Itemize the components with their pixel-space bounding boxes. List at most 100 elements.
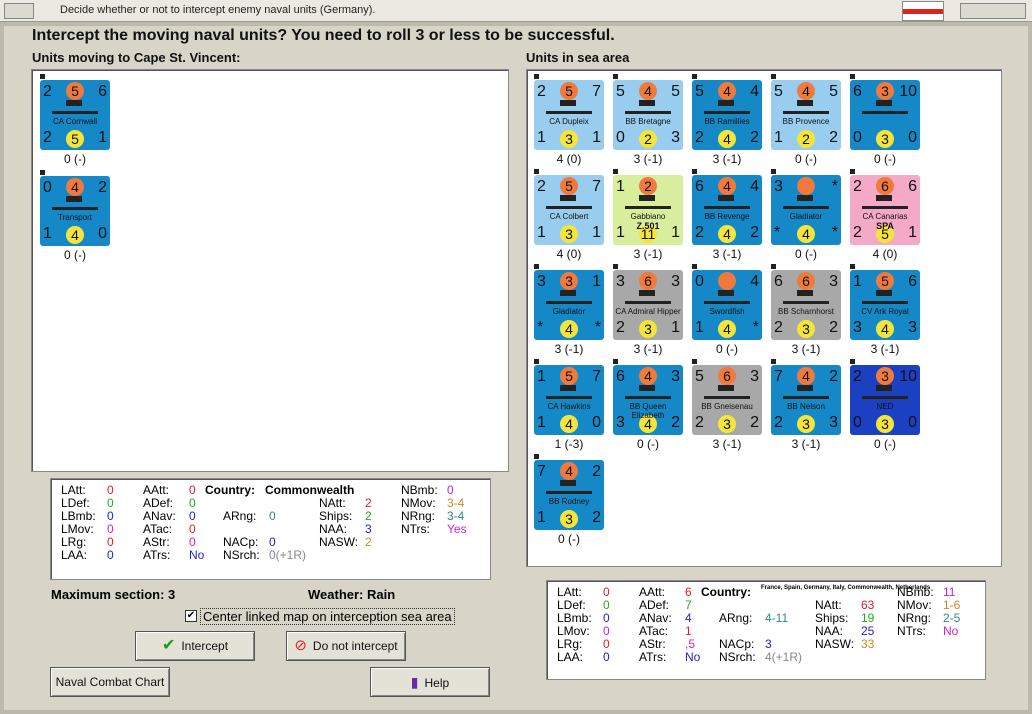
stat-value: 3 (365, 522, 372, 536)
stat-value: 2 (365, 496, 372, 510)
unit-stat: 2 (853, 178, 862, 195)
stat-label: LAtt: (557, 585, 582, 599)
help-button[interactable]: ▮ Help (370, 667, 490, 697)
stat-value: 0 (107, 509, 114, 523)
ship-icon (625, 195, 671, 209)
unit-label: 4 (0) (556, 247, 582, 261)
country-label: Country: (205, 483, 255, 497)
stat-label: ATrs: (143, 548, 171, 562)
unit-stat: 6 (774, 273, 783, 290)
unit-stat: 10 (899, 368, 917, 385)
unit-counter[interactable]: 7 2 2 3 4 3 BB Nelson (771, 365, 841, 435)
ship-icon (546, 385, 592, 399)
attack-circle: 3 (876, 82, 894, 100)
unit-counter[interactable]: 3 1 * * 3 4 Gladiator (534, 270, 604, 340)
stat-value: 0 (189, 509, 196, 523)
unit-counter[interactable]: 5 3 2 2 6 3 BB Gneisenau (692, 365, 762, 435)
unit-counter[interactable]: 5 4 2 2 4 4 BB Ramillies (692, 80, 762, 150)
unit-counter[interactable]: 0 2 1 0 4 4 Transport (40, 176, 110, 246)
unit-counter[interactable]: 1 1 1 2 11 Gabbiano Z.501 (613, 175, 683, 245)
stat-value: 0 (189, 522, 196, 536)
unit-stat: 5 (671, 83, 680, 100)
unit-stat: 2 (774, 319, 783, 336)
center-map-checkbox[interactable]: ✔ (185, 610, 197, 622)
defense-circle: 2 (639, 130, 657, 148)
stat-label: ANav: (143, 509, 176, 523)
unit-counter[interactable]: 2 6 2 1 6 5 CA Canarias SPA (850, 175, 920, 245)
center-map-label[interactable]: Center linked map on interception sea ar… (200, 608, 455, 625)
corner-marker-icon (613, 264, 618, 269)
stat-label: NTrs: (401, 522, 430, 536)
stat-value: 6 (685, 585, 692, 599)
stat-label: Ships: (319, 509, 353, 523)
stat-label: AStr: (143, 535, 170, 549)
stat-value: 7 (685, 598, 692, 612)
unit-counter[interactable]: 2 6 2 1 5 5 CA Cornwall (40, 80, 110, 150)
unit-label: 3 (-1) (633, 247, 663, 261)
right-panel-title: Units in sea area (526, 50, 630, 65)
right-stats-panel: LAtt: 0 LDef: 0 LBmb: 0 LMov: 0 LRg: 0 LAA: 0 AAtt: 6… (546, 580, 986, 680)
unit-counter[interactable]: 3 * * * 4 Gladiator (771, 175, 841, 245)
unit-counter[interactable]: 6 3 2 2 6 3 BB Scharnhorst (771, 270, 841, 340)
attack-circle: 4 (718, 177, 736, 195)
stat-label: NBmb: (401, 483, 438, 497)
ship-icon (625, 100, 671, 114)
corner-marker-icon (534, 264, 539, 269)
unit-counter[interactable]: 6 10 0 0 3 3 (850, 80, 920, 150)
unit-name: Transport (58, 213, 92, 222)
unit-counter[interactable]: 6 3 3 2 4 4 BB Queen Elizabeth (613, 365, 683, 435)
unit-stat: 1 (43, 225, 52, 242)
unit-name: Swordfish (709, 307, 745, 316)
corner-marker-icon (692, 169, 697, 174)
defense-circle: 4 (560, 415, 578, 433)
headline: Intercept the moving naval units? You ne… (32, 27, 615, 44)
stat-label: LBmb: (61, 509, 96, 523)
corner-marker-icon (850, 264, 855, 269)
stat-label: Ships: (815, 611, 849, 625)
attack-circle: 4 (639, 82, 657, 100)
unit-counter[interactable]: 2 7 1 1 5 3 CA Dupleix (534, 80, 604, 150)
unit-stat: * (594, 319, 601, 336)
unit-stat: 3 (537, 273, 546, 290)
unit-counter[interactable]: 2 10 0 0 3 3 NED (850, 365, 920, 435)
unit-stat: 0 (616, 129, 625, 146)
unit-stat: * (537, 319, 544, 336)
defense-circle: 2 (797, 130, 815, 148)
unit-counter[interactable]: 2 7 1 1 5 3 CA Colbert (534, 175, 604, 245)
window-controls[interactable] (960, 3, 1026, 19)
unit-counter[interactable]: 6 4 2 2 4 4 BB Revenge (692, 175, 762, 245)
stat-value: 11 (943, 585, 956, 599)
stat-label: NRng: (897, 611, 932, 625)
unit-stat: 2 (750, 129, 759, 146)
attack-circle (718, 272, 736, 290)
defense-circle: 4 (718, 225, 736, 243)
unit-counter[interactable]: 1 6 3 3 5 4 CV Ark Royal (850, 270, 920, 340)
corner-marker-icon (534, 169, 539, 174)
defense-circle: 3 (797, 415, 815, 433)
unit-stat: 6 (908, 178, 917, 195)
unit-counter[interactable]: 5 5 1 2 4 2 BB Provence (771, 80, 841, 150)
unit-counter[interactable]: 0 4 1 * 4 Swordfish (692, 270, 762, 340)
stat-label: LAA: (61, 548, 88, 562)
stat-value: Yes (447, 522, 467, 536)
do-not-intercept-button[interactable]: ⊘ Do not intercept (286, 631, 406, 661)
unit-label: 3 (-1) (712, 152, 742, 166)
unit-stat: 2 (592, 509, 601, 526)
unit-stat: 2 (616, 319, 625, 336)
weather-label: Weather: Rain (308, 587, 396, 602)
system-menu-button[interactable] (4, 3, 34, 19)
attack-circle: 6 (876, 177, 894, 195)
corner-marker-icon (771, 359, 776, 364)
unit-counter[interactable]: 5 5 0 3 4 2 BB Bretagne (613, 80, 683, 150)
unit-counter[interactable]: 1 7 1 0 5 4 CA Hawkins (534, 365, 604, 435)
intercept-button[interactable]: ✔ Intercept (135, 631, 255, 661)
unit-counter[interactable]: 3 3 2 1 6 3 CA Admiral Hipper (613, 270, 683, 340)
unit-subtitle: Z.501 (636, 221, 660, 231)
unit-name: Gabbiano (630, 212, 666, 221)
unit-name: BB Bretagne (625, 117, 671, 126)
ship-icon (783, 385, 829, 399)
unit-stat: 7 (592, 178, 601, 195)
naval-combat-chart-button[interactable]: Naval Combat Chart (50, 667, 170, 697)
book-icon: ▮ (410, 674, 419, 690)
unit-counter[interactable]: 7 2 1 2 4 3 BB Rodney (534, 460, 604, 530)
